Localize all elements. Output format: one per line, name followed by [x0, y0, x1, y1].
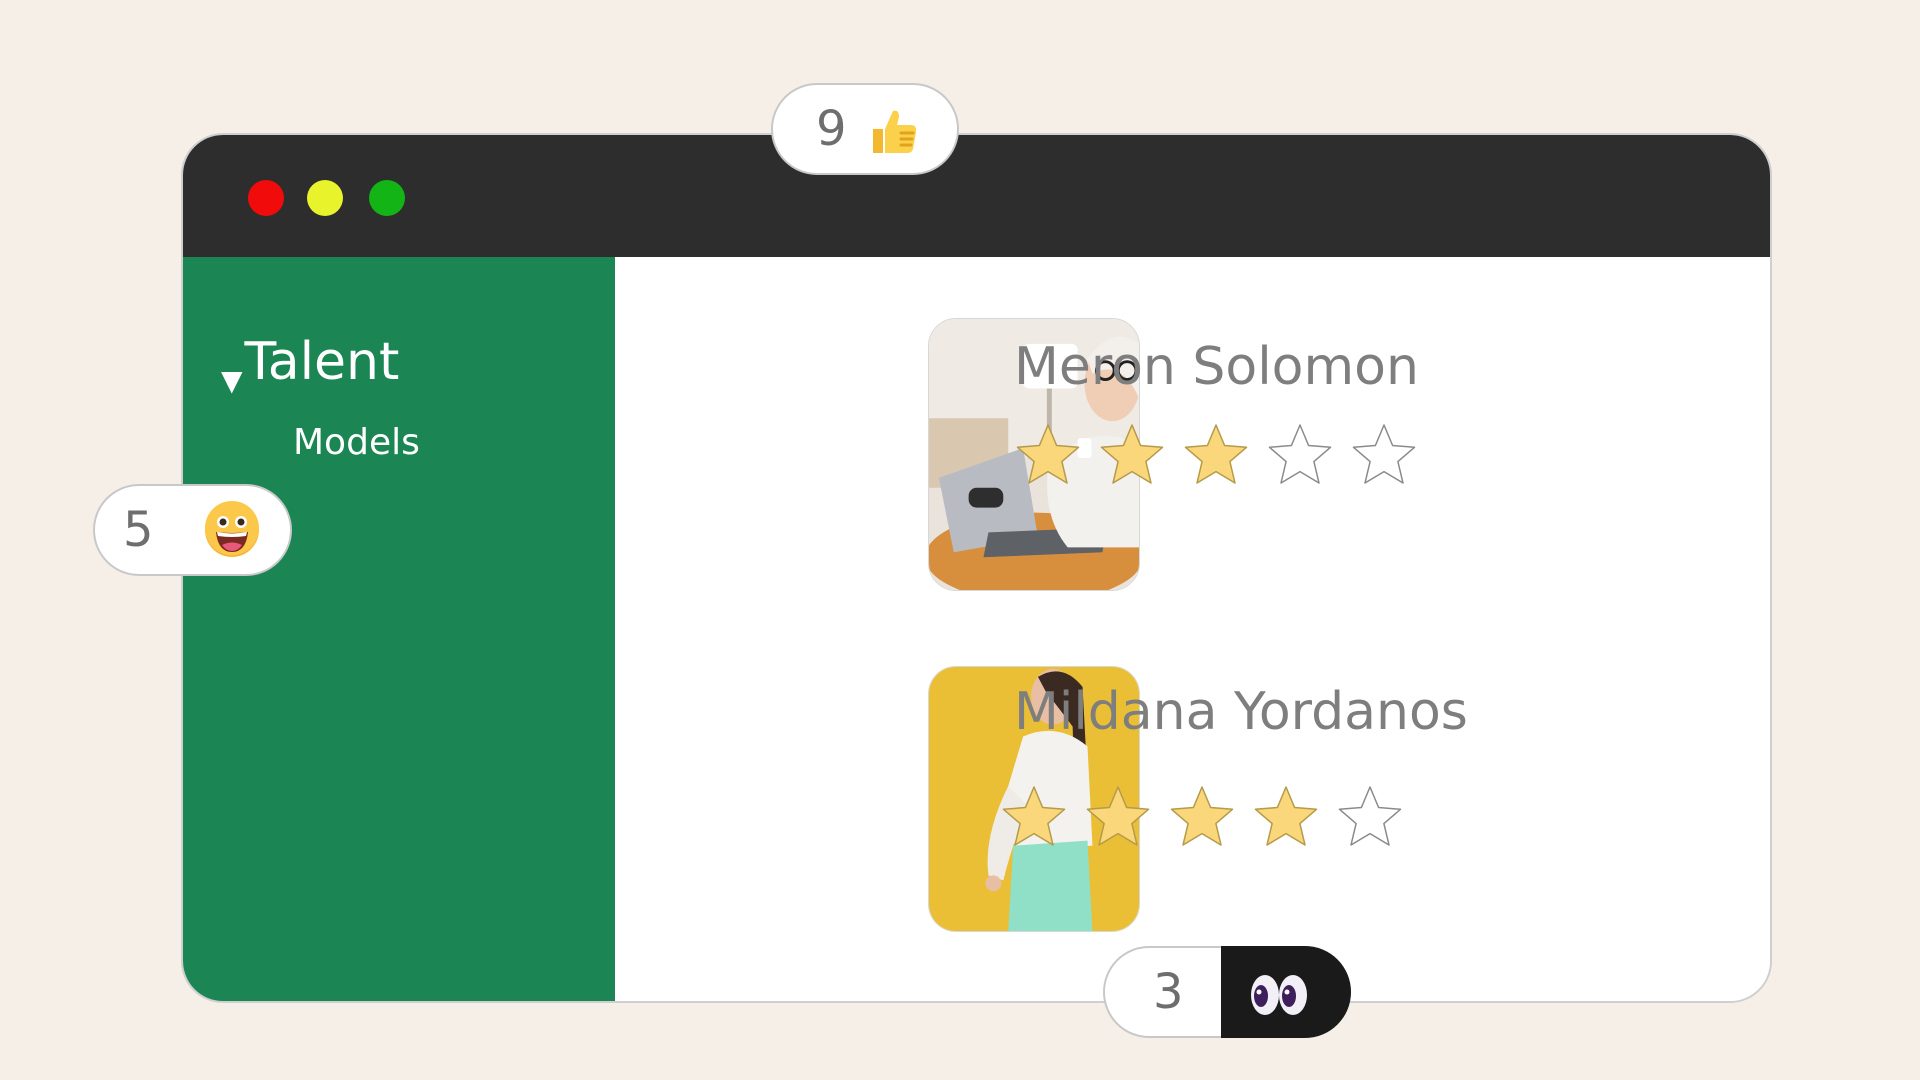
star-empty-icon[interactable]	[1337, 784, 1403, 850]
star-filled-icon[interactable]	[1183, 422, 1249, 488]
close-window-button[interactable]	[248, 180, 284, 216]
star-filled-icon[interactable]	[1015, 422, 1081, 488]
star-filled-icon[interactable]	[1253, 784, 1319, 850]
maximize-window-button[interactable]	[369, 180, 405, 216]
title-bar	[183, 135, 1770, 257]
star-rating[interactable]	[1001, 784, 1403, 850]
app-window: ▼Talent Models Meron Solomon Mildana Yor…	[181, 133, 1772, 1003]
talent-name: Meron Solomon	[1014, 337, 1419, 397]
star-filled-icon[interactable]	[1099, 422, 1165, 488]
reaction-count: 5	[123, 502, 154, 558]
thumbs-up-icon	[865, 103, 921, 159]
eyes-icon	[1247, 972, 1311, 1018]
stage: ▼Talent Models Meron Solomon Mildana Yor…	[0, 0, 1920, 1080]
sidebar-group-label: Talent	[244, 332, 400, 392]
star-empty-icon[interactable]	[1267, 422, 1333, 488]
reaction-pill[interactable]: 9	[771, 83, 959, 175]
reaction-count: 3	[1153, 964, 1184, 1020]
reaction-count: 9	[816, 101, 847, 157]
grinning-face-icon	[202, 500, 262, 560]
talent-name: Mildana Yordanos	[1014, 682, 1468, 742]
star-rating[interactable]	[1015, 422, 1417, 488]
reaction-pill[interactable]: 3	[1103, 946, 1351, 1038]
sidebar-group-talent[interactable]: ▼Talent	[221, 332, 400, 397]
reaction-pill[interactable]: 5	[93, 484, 292, 576]
main-content: Meron Solomon Mildana Yordanos	[615, 257, 1770, 1001]
star-filled-icon[interactable]	[1085, 784, 1151, 850]
minimize-window-button[interactable]	[307, 180, 343, 216]
sidebar-item-models[interactable]: Models	[293, 422, 420, 463]
triangle-down-icon[interactable]: ▼	[221, 364, 243, 397]
star-empty-icon[interactable]	[1351, 422, 1417, 488]
sidebar: ▼Talent Models	[183, 257, 615, 1001]
star-filled-icon[interactable]	[1001, 784, 1067, 850]
star-filled-icon[interactable]	[1169, 784, 1235, 850]
